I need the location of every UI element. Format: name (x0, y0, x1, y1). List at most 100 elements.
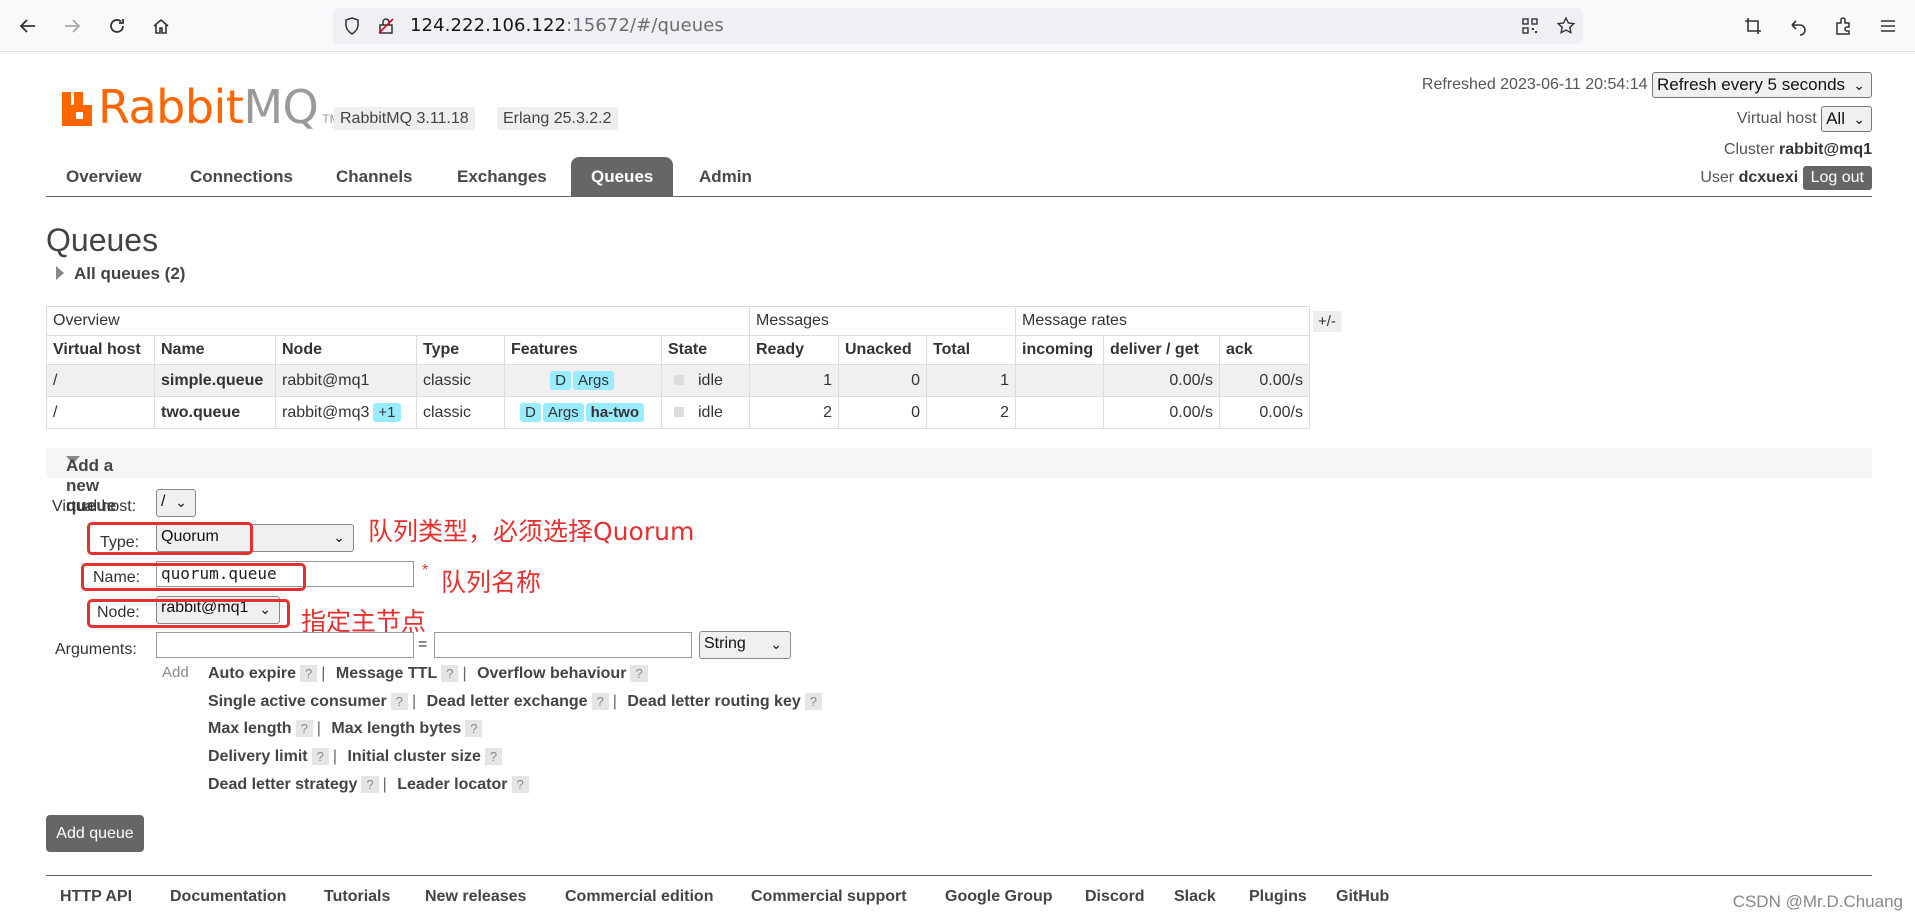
shield-icon[interactable] (338, 12, 366, 40)
cell-type: classic (416, 396, 505, 429)
footer-link-commercial-edition[interactable]: Commercial edition (565, 888, 713, 906)
footer-link-commercial-support[interactable]: Commercial support (751, 888, 907, 906)
queue-name-link[interactable]: two.queue (154, 396, 276, 429)
tab-admin[interactable]: Admin (679, 157, 772, 197)
back-button[interactable] (14, 12, 42, 40)
logo-mq: MQ (243, 80, 319, 134)
menu-icon[interactable] (1874, 12, 1902, 40)
add-argument-link[interactable]: Add (162, 664, 189, 681)
refresh-interval-select[interactable]: Refresh every 5 seconds ⌄ (1652, 72, 1872, 98)
tab-channels[interactable]: Channels (316, 157, 433, 197)
tab-connections[interactable]: Connections (170, 157, 313, 197)
help-icon[interactable]: ? (390, 693, 408, 710)
arrow-right-icon (65, 19, 81, 33)
all-queues-toggle[interactable]: All queues (2) (56, 264, 185, 284)
separator: | (332, 748, 337, 765)
url-text[interactable]: 124.222.106.122:15672/#/queues (410, 15, 724, 36)
help-icon[interactable]: ? (441, 665, 459, 682)
col-ready[interactable]: Ready (749, 335, 839, 365)
col-name[interactable]: Name (154, 335, 276, 365)
footer-link-documentation[interactable]: Documentation (170, 888, 286, 906)
separator: | (382, 776, 387, 793)
col-node[interactable]: Node (275, 335, 417, 365)
add-queue-section-header[interactable]: Add a new queue (46, 448, 1872, 515)
footer-link-new-releases[interactable]: New releases (425, 888, 526, 906)
arg-message-ttl[interactable]: Message TTL (336, 665, 437, 682)
insecure-lock-icon[interactable] (372, 12, 400, 40)
col-state[interactable]: State (661, 335, 750, 365)
col-incoming[interactable]: incoming (1015, 335, 1104, 365)
arg-delivery-limit[interactable]: Delivery limit (208, 748, 308, 765)
footer-link-http-api[interactable]: HTTP API (60, 888, 132, 906)
rabbitmq-logo[interactable]: RabbitMQ TM (60, 84, 340, 130)
vhost-field-select[interactable]: / ⌄ (156, 489, 196, 517)
group-header-messages: Messages (749, 306, 1016, 336)
arg-max-length[interactable]: Max length (208, 720, 292, 737)
help-icon[interactable]: ? (361, 776, 379, 793)
arg-single-active-consumer[interactable]: Single active consumer (208, 693, 387, 710)
arg-leader-locator[interactable]: Leader locator (397, 776, 507, 793)
arg-initial-cluster-size[interactable]: Initial cluster size (347, 748, 480, 765)
home-button[interactable] (147, 12, 175, 40)
arg-dead-letter-routing-key[interactable]: Dead letter routing key (627, 693, 800, 710)
col-total[interactable]: Total (926, 335, 1016, 365)
undo-icon[interactable] (1784, 12, 1812, 40)
help-icon[interactable]: ? (465, 720, 483, 737)
argument-shortcuts-row: Auto expire? | Message TTL? | Overflow beh… (208, 665, 652, 683)
arg-dead-letter-exchange[interactable]: Dead letter exchange (427, 693, 588, 710)
mirror-count-badge: +1 (373, 403, 401, 422)
footer-link-google-group[interactable]: Google Group (945, 888, 1053, 906)
reload-button[interactable] (103, 12, 131, 40)
arg-auto-expire[interactable]: Auto expire (208, 665, 296, 682)
help-icon[interactable]: ? (511, 776, 529, 793)
arg-dead-letter-strategy[interactable]: Dead letter strategy (208, 776, 357, 793)
help-icon[interactable]: ? (804, 693, 822, 710)
refresh-line: Refreshed 2023-06-11 20:54:14 Refresh ev… (1272, 72, 1872, 98)
state-indicator-icon (674, 375, 684, 386)
queue-name-link[interactable]: simple.queue (154, 364, 276, 397)
footer-link-tutorials[interactable]: Tutorials (324, 888, 390, 906)
tab-overview[interactable]: Overview (46, 157, 162, 197)
vhost-select[interactable]: All ⌄ (1821, 106, 1872, 132)
col-type[interactable]: Type (416, 335, 505, 365)
bookmark-star-icon[interactable] (1552, 12, 1580, 40)
arg-max-length-bytes[interactable]: Max length bytes (331, 720, 461, 737)
help-icon[interactable]: ? (311, 748, 329, 765)
col-deliver-get[interactable]: deliver / get (1103, 335, 1220, 365)
col-virtual-host[interactable]: Virtual host (46, 335, 155, 365)
help-icon[interactable]: ? (295, 720, 313, 737)
col-unacked[interactable]: Unacked (838, 335, 927, 365)
table-row[interactable]: / simple.queue rabbit@mq1 classic D Args … (46, 364, 1310, 397)
arg-overflow-behaviour[interactable]: Overflow behaviour (477, 665, 626, 682)
footer-link-discord[interactable]: Discord (1085, 888, 1145, 906)
footer-link-plugins[interactable]: Plugins (1249, 888, 1307, 906)
chevron-down-icon: ⌄ (1853, 77, 1865, 93)
tab-queues[interactable]: Queues (571, 157, 674, 197)
table-row[interactable]: / two.queue rabbit@mq3 +1 classic D Args ha… (46, 396, 1310, 429)
cell-deliver-get: 0.00/s (1103, 364, 1220, 397)
argument-type-select[interactable]: String ⌄ (699, 631, 791, 659)
feature-badge-policy[interactable]: ha-two (585, 403, 644, 422)
toggle-columns-button[interactable]: +/- (1313, 311, 1341, 332)
cell-deliver-get: 0.00/s (1103, 396, 1220, 429)
add-queue-button[interactable]: Add queue (46, 815, 144, 852)
extensions-icon[interactable] (1829, 12, 1857, 40)
cluster-label: Cluster (1723, 141, 1775, 158)
footer-link-slack[interactable]: Slack (1174, 888, 1216, 906)
cell-state: idle (661, 396, 750, 429)
vhost-field-label: Virtual host: (52, 498, 137, 515)
tab-exchanges[interactable]: Exchanges (437, 157, 567, 197)
annotation-box-name (81, 563, 306, 591)
help-icon[interactable]: ? (630, 665, 648, 682)
cell-total: 2 (926, 396, 1016, 429)
forward-button[interactable] (58, 12, 86, 40)
qr-code-icon[interactable] (1516, 12, 1544, 40)
col-ack[interactable]: ack (1219, 335, 1310, 365)
help-icon[interactable]: ? (591, 693, 609, 710)
footer-link-github[interactable]: GitHub (1336, 888, 1389, 906)
help-icon[interactable]: ? (300, 665, 318, 682)
group-header-message-rates: Message rates (1015, 306, 1310, 336)
help-icon[interactable]: ? (484, 748, 503, 765)
crop-icon[interactable] (1739, 12, 1767, 40)
argument-value-input[interactable] (434, 632, 692, 658)
